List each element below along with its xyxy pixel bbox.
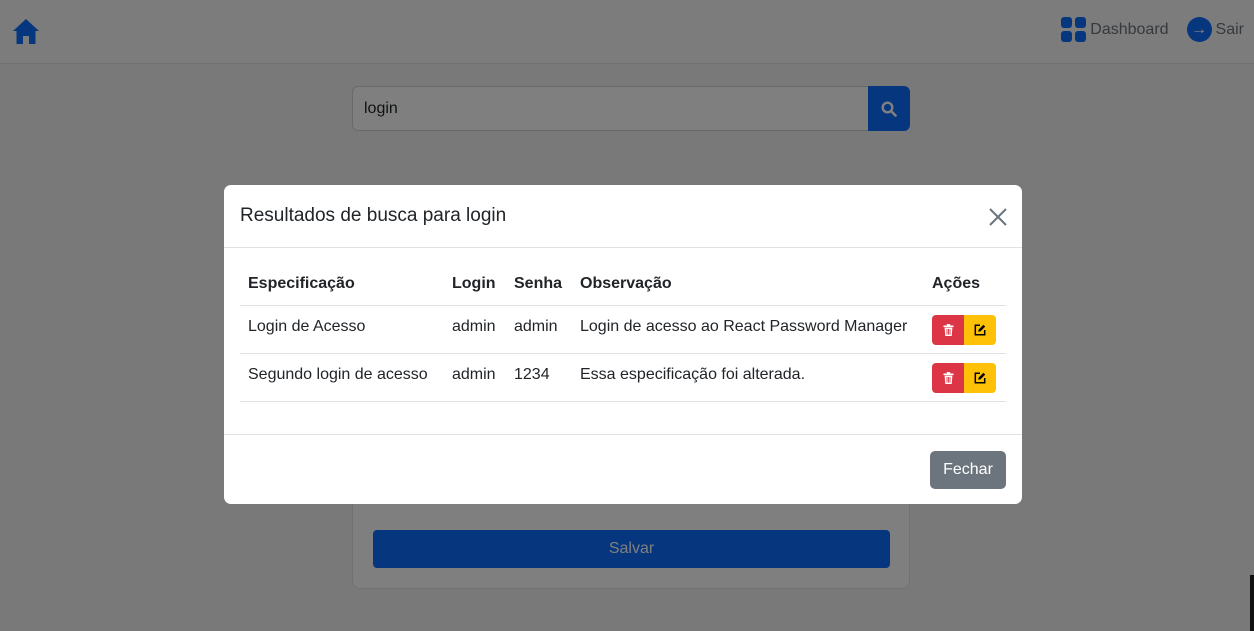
cell-senha: 1234 bbox=[506, 353, 572, 402]
close-icon[interactable] bbox=[987, 206, 1009, 228]
col-senha: Senha bbox=[506, 264, 572, 306]
cell-senha: admin bbox=[506, 305, 572, 354]
delete-button[interactable] bbox=[932, 314, 964, 345]
trash-icon bbox=[943, 371, 953, 384]
cell-login: admin bbox=[444, 353, 506, 402]
edit-icon bbox=[974, 324, 986, 335]
cell-obs: Essa especificação foi alterada. bbox=[572, 353, 924, 402]
trash-icon bbox=[943, 323, 953, 336]
table-header-row: Especificação Login Senha Observação Açõ… bbox=[240, 264, 1006, 306]
modal-title: Resultados de busca para login bbox=[240, 205, 507, 226]
modal-header: Resultados de busca para login bbox=[224, 185, 1022, 248]
modal-body: Especificação Login Senha Observação Açõ… bbox=[224, 248, 1022, 434]
search-results-modal: Resultados de busca para login Especific… bbox=[224, 185, 1022, 504]
cell-actions bbox=[924, 305, 1006, 354]
col-especificacao: Especificação bbox=[240, 264, 444, 306]
delete-button[interactable] bbox=[932, 362, 964, 393]
col-login: Login bbox=[444, 264, 506, 306]
cell-spec: Login de Acesso bbox=[240, 305, 444, 354]
col-observacao: Observação bbox=[572, 264, 924, 306]
cell-obs: Login de acesso ao React Password Manage… bbox=[572, 305, 924, 354]
cell-login: admin bbox=[444, 305, 506, 354]
results-table: Especificação Login Senha Observação Açõ… bbox=[240, 264, 1006, 402]
edit-button[interactable] bbox=[964, 362, 996, 393]
cell-actions bbox=[924, 353, 1006, 402]
close-button[interactable]: Fechar bbox=[930, 451, 1006, 489]
col-acoes: Ações bbox=[924, 264, 1006, 306]
table-row: Segundo login de acesso admin 1234 Essa … bbox=[240, 353, 1006, 402]
modal-footer: Fechar bbox=[224, 434, 1022, 504]
edit-button[interactable] bbox=[964, 314, 996, 345]
table-row: Login de Acesso admin admin Login de ace… bbox=[240, 305, 1006, 354]
edit-icon bbox=[974, 372, 986, 383]
cell-spec: Segundo login de acesso bbox=[240, 353, 444, 402]
